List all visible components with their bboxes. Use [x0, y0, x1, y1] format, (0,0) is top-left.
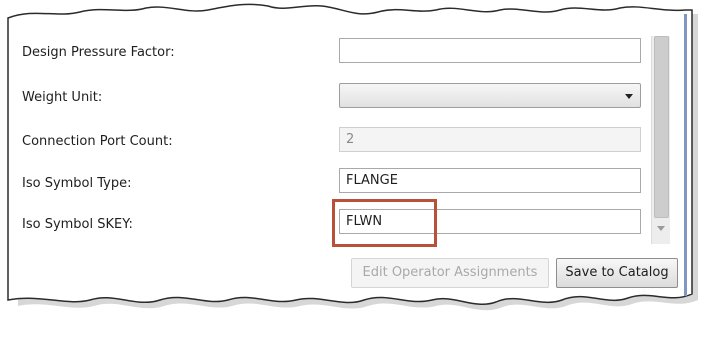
iso-symbol-type-label: Iso Symbol Type: — [22, 176, 132, 191]
weight-unit-select[interactable] — [339, 83, 641, 108]
weight-unit-label: Weight Unit: — [22, 90, 103, 105]
iso-symbol-skey-label: Iso Symbol SKEY: — [22, 217, 133, 232]
design-pressure-factor-label: Design Pressure Factor: — [22, 45, 175, 60]
save-to-catalog-button[interactable]: Save to Catalog — [556, 258, 678, 288]
scroll-down-arrow-icon[interactable] — [657, 226, 665, 231]
screenshot-stage: Design Pressure Factor: Weight Unit: Con… — [0, 0, 706, 342]
connection-port-count-input: 2 — [339, 127, 641, 152]
iso-symbol-type-input[interactable]: FLANGE — [339, 168, 641, 193]
edit-operator-assignments-button[interactable]: Edit Operator Assignments — [351, 258, 549, 288]
vertical-scrollbar[interactable] — [651, 36, 670, 244]
highlight-box — [332, 199, 437, 247]
design-pressure-factor-input[interactable] — [339, 38, 641, 63]
connection-port-count-label: Connection Port Count: — [22, 134, 173, 149]
chevron-down-icon — [625, 94, 633, 99]
scroll-thumb[interactable] — [654, 36, 669, 218]
